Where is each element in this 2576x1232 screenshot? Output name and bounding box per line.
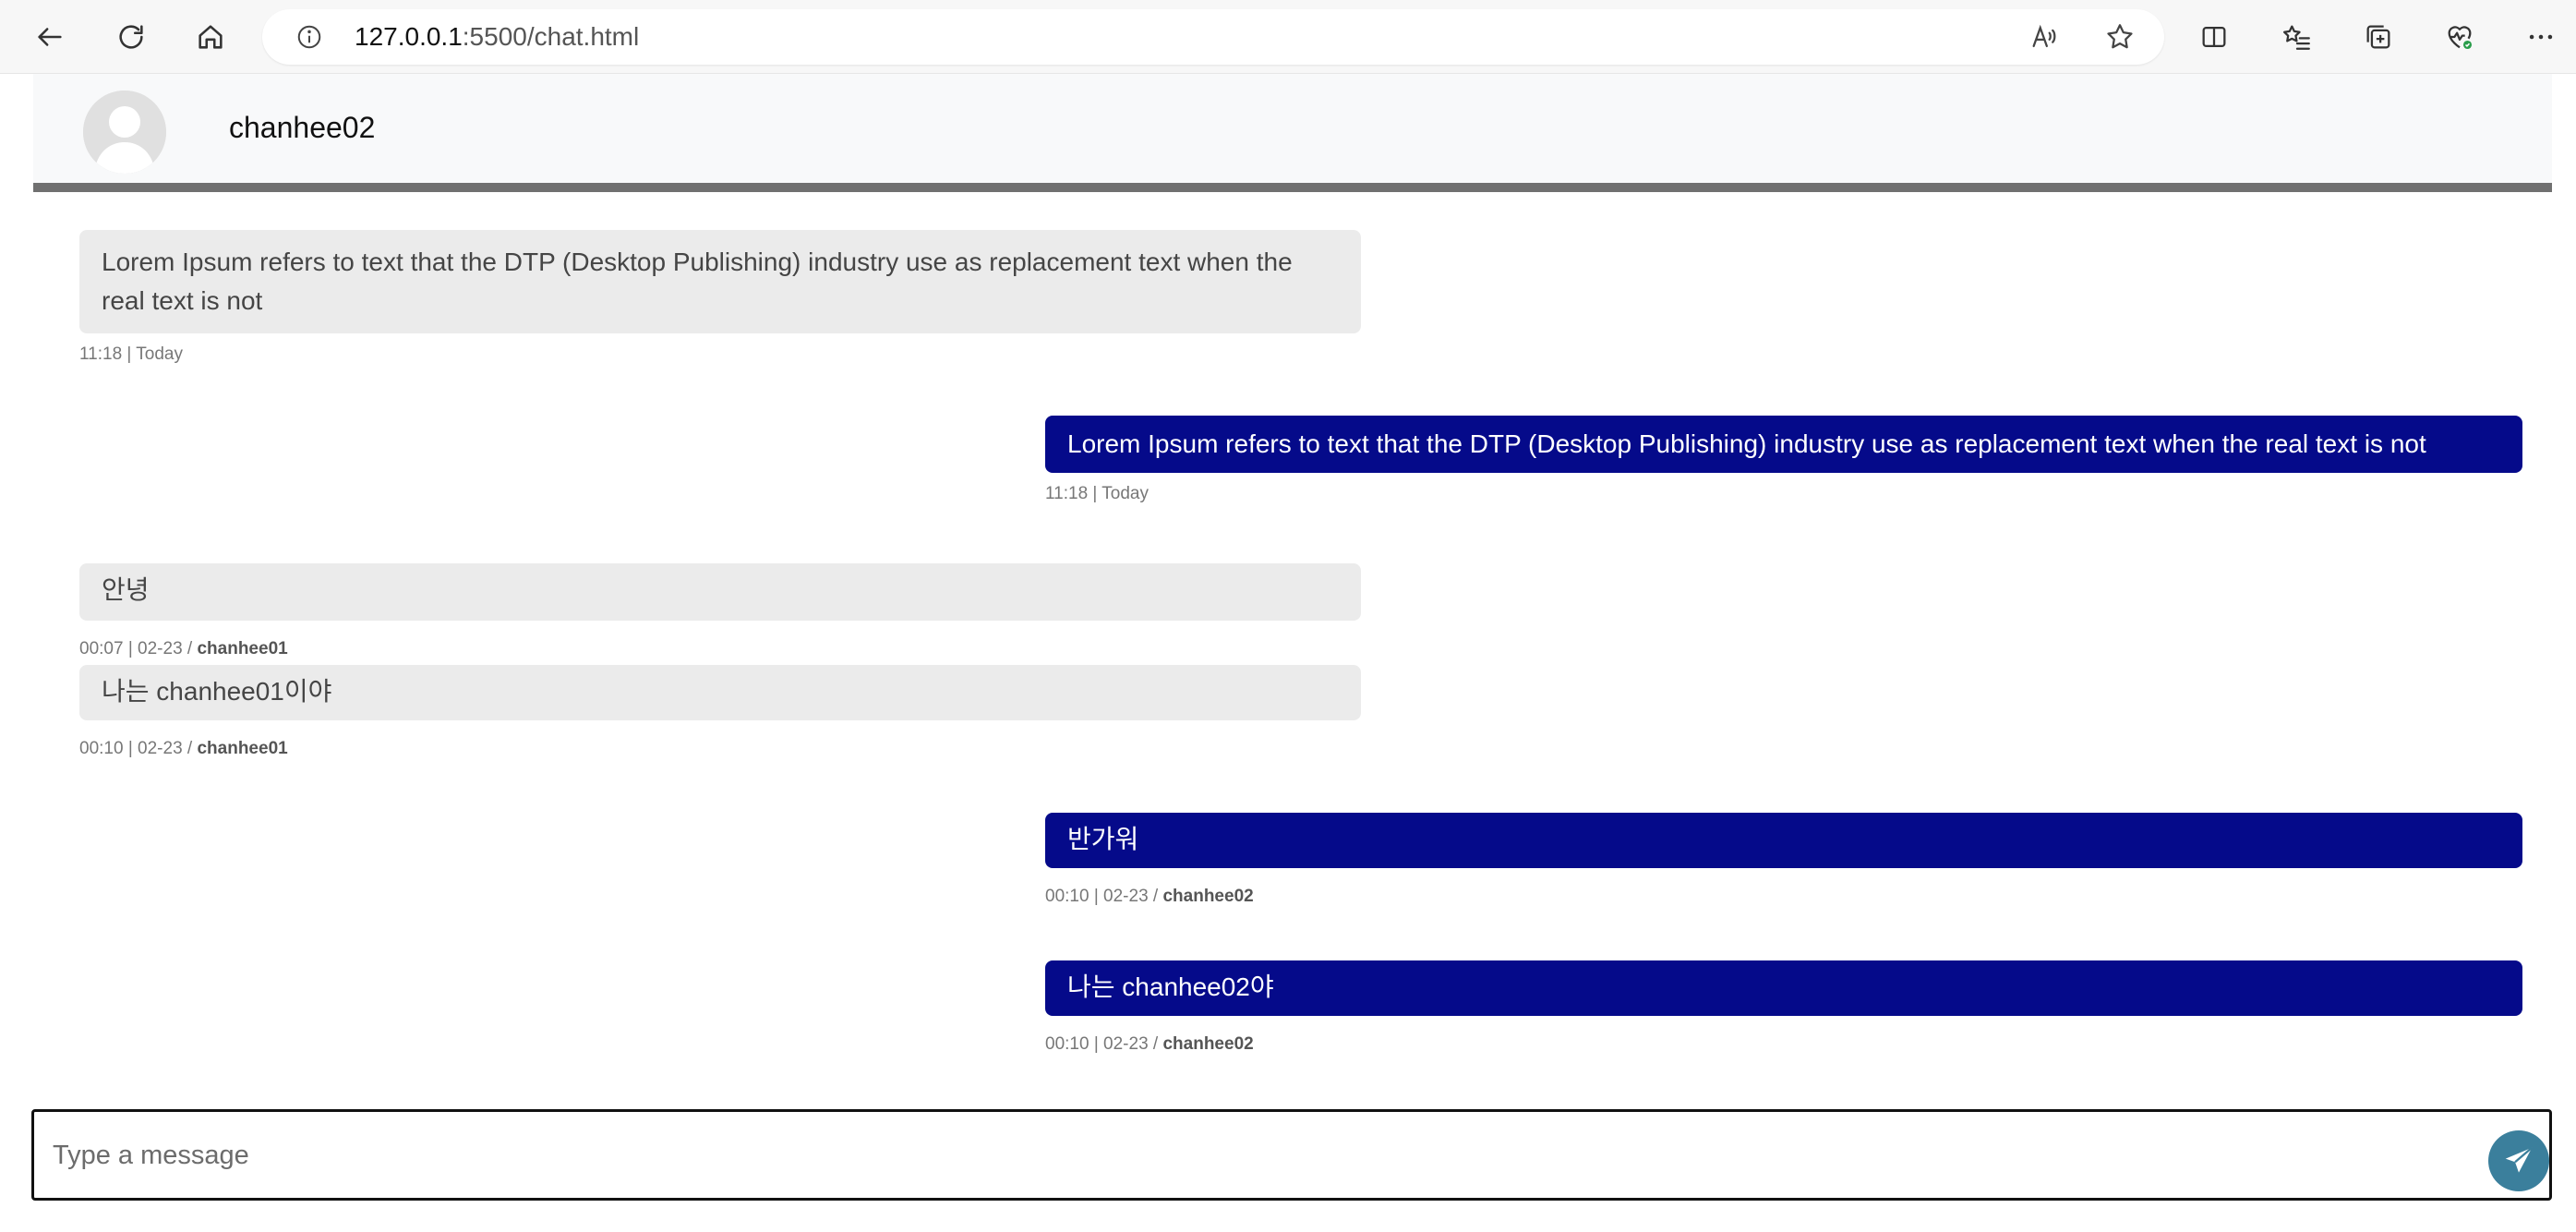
url-host: 127.0.0.1: [355, 22, 463, 51]
message-bubble: Lorem Ipsum refers to text that the DTP …: [79, 230, 1361, 333]
message-bubble: 나는 chanhee01이야: [79, 665, 1361, 720]
message-incoming: 안녕 00:07 | 02-23 / chanhee01: [79, 563, 1361, 659]
chat-partner-name: chanhee02: [229, 111, 376, 144]
message-time: 00:10 | 02-23 /: [79, 739, 198, 758]
message-meta: 11:18 | Today: [79, 344, 1361, 365]
message-bubble: 안녕: [79, 563, 1361, 621]
message-sender: chanhee01: [197, 739, 288, 758]
user-avatar-icon: [83, 91, 166, 174]
message-meta: 00:07 | 02-23 / chanhee01: [79, 639, 1361, 659]
message-input[interactable]: [51, 1130, 2414, 1180]
message-sender: chanhee02: [1162, 1034, 1254, 1054]
refresh-icon[interactable]: [107, 13, 155, 61]
favorites-list-icon[interactable]: [2273, 13, 2321, 61]
message-time: 00:07 | 02-23 /: [79, 639, 198, 658]
avatar: [83, 91, 166, 174]
message-time: 00:10 | 02-23 /: [1045, 1034, 1163, 1054]
more-options-icon[interactable]: [2517, 13, 2565, 61]
message-meta: 00:10 | 02-23 / chanhee02: [1045, 1034, 2522, 1055]
message-bubble: 나는 chanhee02야: [1045, 960, 2522, 1016]
home-icon[interactable]: [187, 13, 235, 61]
chat-header: chanhee02: [33, 74, 2552, 192]
url-text[interactable]: 127.0.0.1:5500/chat.html: [355, 9, 639, 65]
collections-icon[interactable]: [2354, 13, 2402, 61]
message-time: 00:10 | 02-23 /: [1045, 887, 1163, 906]
message-outgoing: 반가워 00:10 | 02-23 / chanhee02: [1045, 813, 2522, 907]
message-composer: [31, 1109, 2552, 1201]
site-info-icon[interactable]: [295, 23, 323, 51]
send-button[interactable]: [2488, 1130, 2549, 1191]
message-outgoing: Lorem Ipsum refers to text that the DTP …: [1045, 416, 2522, 504]
message-meta: 11:18 | Today: [1045, 484, 2522, 504]
message-meta: 00:10 | 02-23 / chanhee01: [79, 739, 1361, 759]
message-incoming: 나는 chanhee01이야 00:10 | 02-23 / chanhee01: [79, 665, 1361, 759]
favorite-star-icon[interactable]: [2101, 18, 2138, 55]
browser-toolbar: 127.0.0.1:5500/chat.html: [0, 0, 2576, 74]
read-aloud-icon[interactable]: [2026, 18, 2063, 55]
message-bubble: Lorem Ipsum refers to text that the DTP …: [1045, 416, 2522, 473]
message-time: 11:18 | Today: [1045, 484, 1149, 503]
url-path: :5500/chat.html: [462, 22, 640, 51]
paper-plane-icon: [2505, 1146, 2533, 1173]
browser-essentials-icon[interactable]: [2436, 13, 2484, 61]
message-time: 11:18 | Today: [79, 344, 183, 364]
message-bubble: 반가워: [1045, 813, 2522, 868]
back-icon[interactable]: [26, 13, 74, 61]
address-bar[interactable]: 127.0.0.1:5500/chat.html: [262, 9, 2164, 65]
window-edge: [0, 74, 7, 1232]
split-screen-icon[interactable]: [2190, 13, 2238, 61]
message-incoming: Lorem Ipsum refers to text that the DTP …: [79, 230, 1361, 365]
message-outgoing: 나는 chanhee02야 00:10 | 02-23 / chanhee02: [1045, 960, 2522, 1055]
message-sender: chanhee02: [1162, 887, 1254, 906]
message-meta: 00:10 | 02-23 / chanhee02: [1045, 887, 2522, 907]
message-sender: chanhee01: [197, 639, 288, 658]
